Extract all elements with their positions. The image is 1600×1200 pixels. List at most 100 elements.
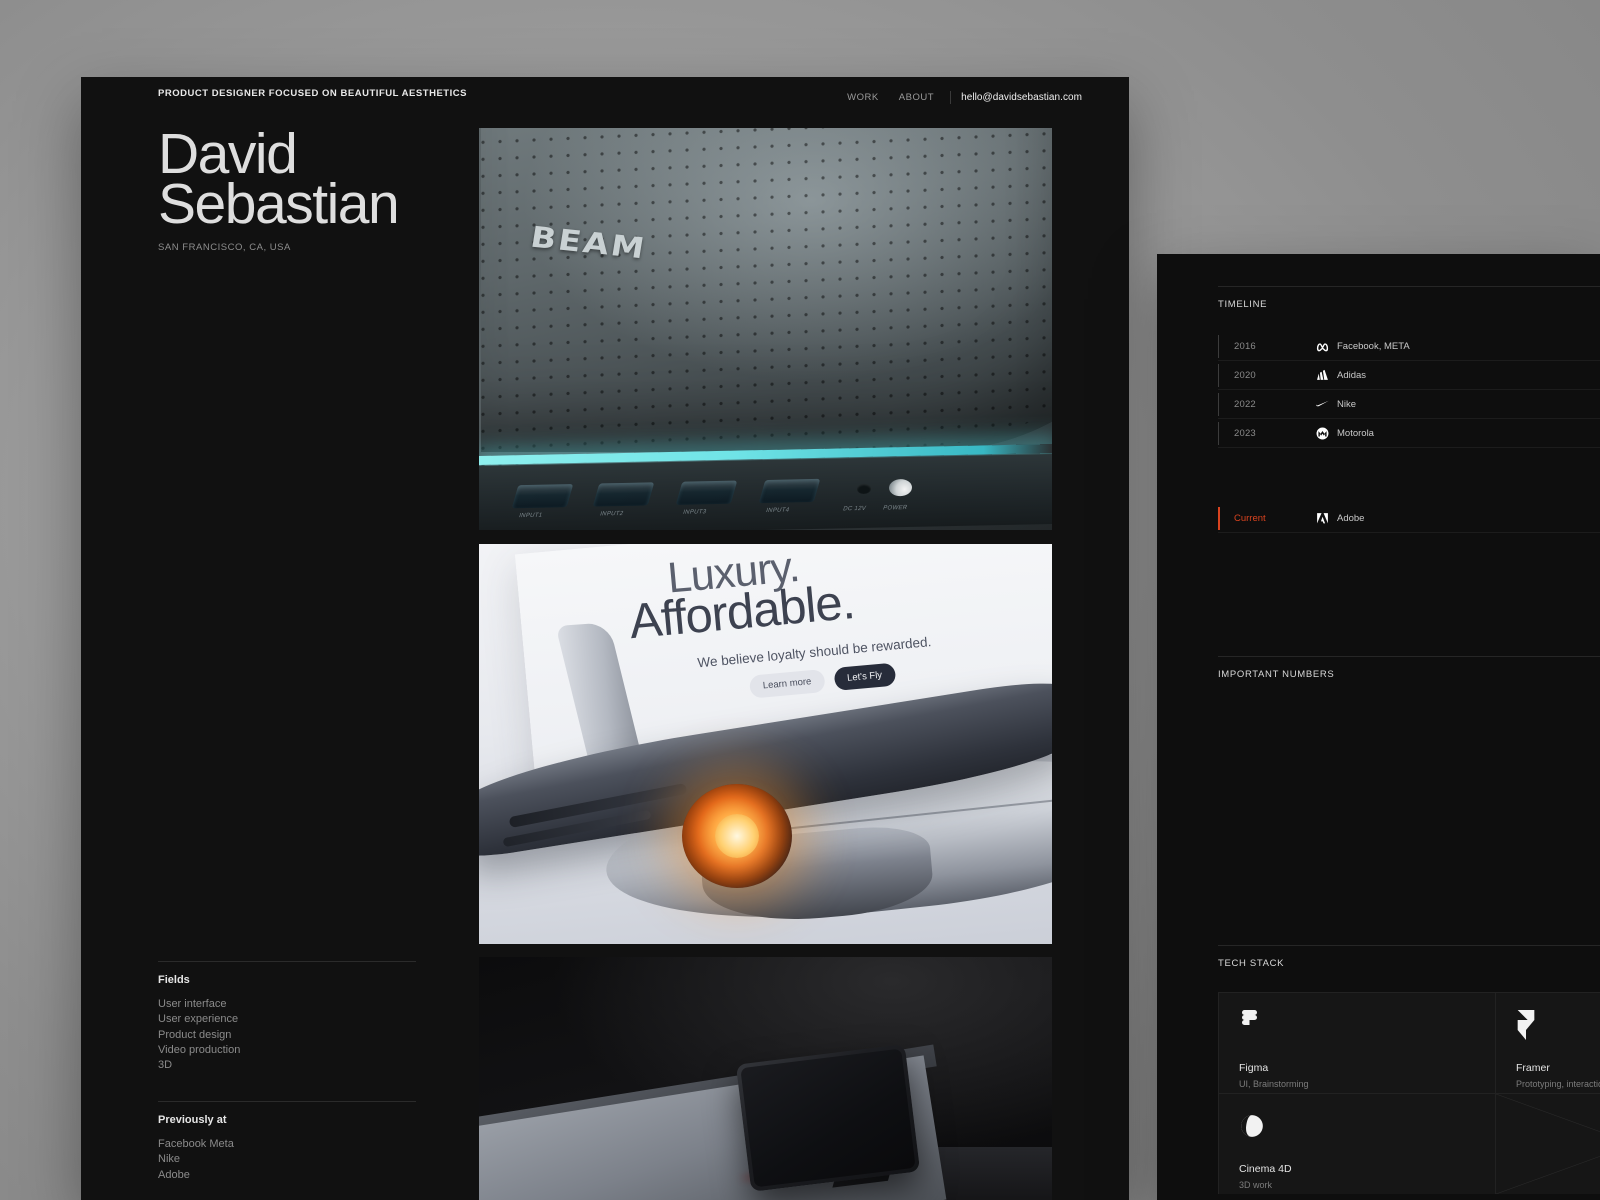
beam-perforation-texture [481,128,1052,467]
airline-button-group: Learn more Let's Fly [748,662,896,699]
dc-jack-icon [857,483,871,495]
hero-block: David Sebastian SAN FRANCISCO, CA, USA [158,122,488,254]
port-label: INPUT3 [682,509,708,516]
port-label: POWER [882,505,909,512]
top-bar: PRODUCT DESIGNER FOCUSED ON BEAUTIFUL AE… [81,77,1129,125]
fields-block: Fields User interface User experience Pr… [158,961,416,1073]
learn-more-button[interactable]: Learn more [748,669,826,699]
info-side-panel: TIMELINE 2016 Facebook, META 2020 Adidas… [1157,254,1600,1200]
tech-stack-section: TECH STACK [1218,945,1600,969]
current-company: Adobe [1316,512,1364,525]
tech-stack-desc: Prototyping, interaction [1516,1079,1600,1089]
engine-core-glow [715,814,760,858]
table-row[interactable]: 2022 Nike [1218,390,1600,419]
important-numbers-section: IMPORTANT NUMBERS [1218,656,1600,680]
airline-headline-2: Affordable. [626,575,857,650]
tech-stack-grid: Figma UI, Brainstorming Framer Prototypi… [1218,992,1600,1194]
beam-port-row: INPUT1 INPUT2 INPUT3 INPUT4 DC 12V POWER [479,453,1052,530]
fields-list: User interface User experience Product d… [158,997,416,1073]
beam-device-body [481,128,1052,467]
fields-heading: Fields [158,974,190,986]
location-label: SAN FRANCISCO, CA, USA [158,242,291,253]
adobe-logo-icon [1316,512,1329,525]
table-row[interactable]: 2020 Adidas [1218,361,1600,390]
timeline-year: 2022 [1234,398,1256,410]
timeline-tick [1218,393,1219,416]
timeline-company-name: Motorola [1337,427,1374,439]
tech-stack-name: Cinema 4D [1239,1163,1292,1175]
tech-stack-card-framer[interactable]: Framer Prototyping, interaction [1496,993,1600,1093]
port-label: DC 12V [842,505,867,513]
project-thumbnail-device[interactable] [479,957,1052,1200]
tech-stack-desc: UI, Brainstorming [1239,1079,1309,1089]
list-item: Product design [158,1028,232,1041]
page-title: David Sebastian [158,122,400,236]
nav-divider [950,91,952,104]
device-tablet-screen [739,1048,916,1188]
timeline-title: TIMELINE [1218,299,1268,310]
previously-at-block: Previously at Facebook Meta Nike Adobe [158,1101,416,1183]
device-tablet [735,1044,920,1193]
tech-stack-card-figma[interactable]: Figma UI, Brainstorming [1219,993,1495,1093]
table-row[interactable]: 2023 Motorola [1218,419,1600,448]
current-company-name: Adobe [1337,512,1365,524]
port-label: INPUT2 [599,510,625,518]
screen: PRODUCT DESIGNER FOCUSED ON BEAUTIFUL AE… [0,0,1600,1200]
timeline-year: 2016 [1234,340,1256,352]
important-numbers-title: IMPORTANT NUMBERS [1218,669,1335,680]
port-socket [758,478,821,504]
tech-stack-name: Figma [1239,1062,1269,1074]
portfolio-window: PRODUCT DESIGNER FOCUSED ON BEAUTIFUL AE… [81,77,1129,1200]
nike-logo-icon [1316,398,1329,411]
fields-divider [158,961,416,962]
timeline-section: TIMELINE 2016 Facebook, META 2020 Adidas… [1218,286,1600,448]
list-item: User interface [158,998,227,1010]
project-thumbnail-airline[interactable]: Luxury. Affordable. We believe loyalty s… [479,544,1052,944]
table-row[interactable]: 2016 Facebook, META [1218,332,1600,361]
meta-logo-icon [1316,340,1329,353]
table-row[interactable]: Current Adobe [1218,504,1600,533]
timeline-tick [1218,364,1219,387]
timeline-company: Nike [1316,398,1356,411]
list-item: Nike [158,1153,181,1166]
power-button-icon [889,478,912,497]
current-label: Current [1234,512,1266,524]
nav-link-about[interactable]: ABOUT [889,92,944,103]
timeline-year: 2020 [1234,369,1256,381]
timeline-divider [1218,286,1600,287]
timeline-year: 2023 [1234,427,1256,439]
port-label: INPUT4 [765,507,791,515]
port-socket [511,484,574,509]
timeline-company: Motorola [1316,427,1374,440]
tech-stack-card-cinema4d[interactable]: Cinema 4D 3D work [1219,1094,1495,1194]
timeline-tick [1218,335,1219,358]
nav-link-work[interactable]: WORK [837,92,889,103]
tech-stack-title: TECH STACK [1218,958,1285,969]
list-item: Facebook Meta [158,1138,234,1150]
port-socket [592,482,655,507]
list-item: User experience [158,1013,239,1026]
framer-logo-icon [1516,1010,1600,1040]
list-item: Adobe [158,1168,190,1181]
port-socket [675,480,738,505]
tech-stack-desc: 3D work [1239,1180,1273,1190]
current-accent-tick [1218,507,1220,530]
project-thumbnail-beam[interactable]: BEAM INPUT1 INPUT2 INPUT3 INPUT4 DC 12V … [479,128,1052,530]
motorola-logo-icon [1316,427,1329,440]
timeline-company-name: Facebook, META [1337,340,1410,352]
timeline-list: 2016 Facebook, META 2020 Adidas 2022 Nik… [1218,332,1600,448]
nav-email-link[interactable]: hello@davidsebastian.com [957,92,1082,103]
timeline-company: Facebook, META [1316,340,1410,353]
timeline-company: Adidas [1316,369,1366,382]
numbers-divider [1218,656,1600,657]
lets-fly-button[interactable]: Let's Fly [832,662,896,692]
timeline-company-name: Nike [1337,398,1357,410]
previously-list: Facebook Meta Nike Adobe [158,1137,416,1183]
cinema4d-logo-icon [1239,1111,1475,1141]
previously-divider [158,1101,416,1102]
adidas-logo-icon [1316,369,1329,382]
tech-stack-card-empty[interactable] [1496,1094,1600,1194]
figma-logo-icon [1239,1010,1475,1040]
previously-heading: Previously at [158,1114,227,1126]
main-nav: WORK ABOUT hello@davidsebastian.com [837,91,1082,104]
